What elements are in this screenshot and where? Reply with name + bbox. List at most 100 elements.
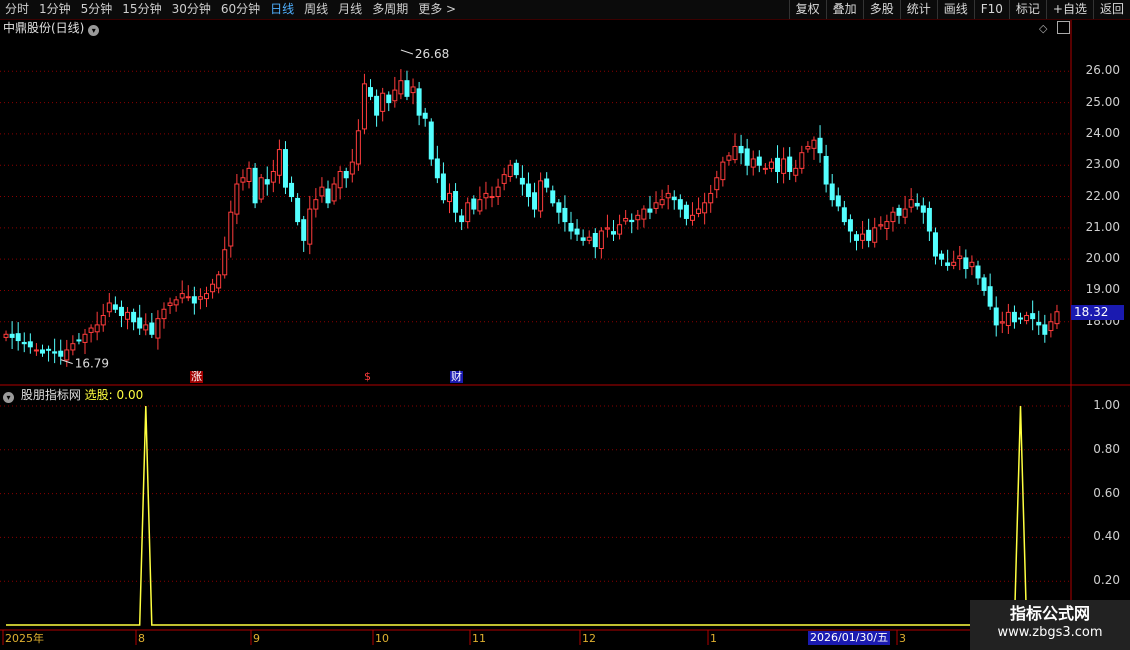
- candle-body: [149, 322, 155, 335]
- candle-body: [258, 177, 264, 200]
- event-marker[interactable]: 涨: [190, 371, 203, 383]
- candle-body: [860, 233, 866, 241]
- candle-body: [768, 161, 774, 169]
- candle-body: [908, 199, 914, 208]
- candle-body: [975, 265, 981, 279]
- candle-body: [319, 186, 325, 197]
- candle-body: [27, 341, 33, 348]
- candle-body: [197, 296, 203, 300]
- candle-body: [131, 311, 137, 323]
- candle-body: [689, 214, 695, 221]
- candle-body: [544, 178, 550, 188]
- candle-body: [9, 333, 15, 338]
- candle-body: [714, 177, 720, 191]
- candle-body: [52, 351, 58, 354]
- candle-body: [216, 274, 222, 289]
- chevron-down-icon[interactable]: ▾: [3, 392, 14, 403]
- candle-body: [696, 208, 702, 214]
- candle-body: [762, 167, 768, 170]
- candle-body: [349, 161, 355, 175]
- event-marker[interactable]: $: [363, 371, 372, 383]
- candle-body: [641, 208, 647, 220]
- candle-body: [568, 222, 574, 232]
- candle-body: [422, 112, 428, 119]
- candle-body: [890, 211, 896, 223]
- candle-body: [21, 341, 27, 345]
- price-tick-label: 20.00: [1085, 251, 1120, 266]
- candle-body: [647, 208, 653, 213]
- low-label: 16.79: [75, 357, 109, 371]
- candle-body: [677, 199, 683, 210]
- candle-body: [999, 321, 1005, 324]
- candle-body: [532, 192, 538, 210]
- candle-body: [210, 283, 216, 293]
- candle-body: [896, 207, 902, 216]
- candle-body: [270, 170, 276, 183]
- price-tick-label: 25.00: [1085, 94, 1120, 109]
- candle-body: [70, 343, 76, 351]
- candle-body: [15, 333, 21, 342]
- candle-body: [951, 261, 957, 266]
- candle-body: [580, 237, 586, 241]
- candle-body: [1054, 311, 1060, 325]
- candle-body: [835, 195, 841, 207]
- cursor-date-badge: 2026/01/30/五: [808, 631, 891, 645]
- watermark-title: 指标公式网: [1009, 604, 1090, 623]
- time-tick-label: 10: [375, 632, 389, 645]
- indicator-tick-label: 0.40: [1093, 529, 1120, 544]
- candle-body: [386, 94, 392, 104]
- candle-body: [331, 183, 337, 202]
- candle-body: [963, 257, 969, 270]
- candle-body: [750, 158, 756, 168]
- candle-body: [88, 327, 94, 333]
- candle-body: [191, 296, 197, 304]
- price-tick-label: 24.00: [1085, 125, 1120, 140]
- candle-body: [428, 121, 434, 160]
- candle-body: [64, 349, 70, 361]
- watermark: 指标公式网 www.zbgs3.com: [970, 600, 1130, 650]
- candle-body: [726, 155, 732, 161]
- candle-body: [46, 348, 52, 351]
- candle-body: [981, 277, 987, 291]
- candle-body: [987, 286, 993, 307]
- candle-body: [1030, 313, 1036, 320]
- candle-body: [866, 229, 872, 241]
- candle-body: [799, 152, 805, 169]
- event-marker[interactable]: 财: [450, 371, 463, 383]
- candle-body: [629, 219, 635, 223]
- candle-body: [173, 299, 179, 306]
- candle-body: [993, 307, 999, 326]
- candle-body: [185, 296, 191, 299]
- candle-body: [592, 232, 598, 248]
- candle-body: [368, 87, 374, 97]
- candle-body: [811, 139, 817, 149]
- candle-body: [471, 198, 477, 210]
- candle-body: [410, 86, 416, 94]
- candle-body: [453, 191, 459, 213]
- candle-body: [720, 161, 726, 181]
- time-tick-label: 3: [899, 632, 906, 645]
- candle-body: [945, 262, 951, 266]
- indicator-name: 股朋指标网: [20, 388, 81, 402]
- candle-body: [1005, 311, 1011, 327]
- candle-body: [884, 221, 890, 229]
- candle-body: [301, 219, 307, 241]
- candle-body: [805, 145, 811, 150]
- candle-body: [489, 196, 495, 199]
- candle-body: [325, 188, 331, 204]
- candle-body: [495, 186, 501, 198]
- candle-body: [477, 199, 483, 212]
- candle-body: [683, 204, 689, 219]
- candle-body: [926, 207, 932, 232]
- candle-body: [738, 145, 744, 154]
- candle-body: [440, 173, 446, 201]
- candle-body: [125, 311, 131, 320]
- candle-body: [823, 155, 829, 185]
- candle-body: [702, 202, 708, 214]
- time-tick-label: 9: [253, 632, 260, 645]
- candle-body: [1024, 315, 1030, 322]
- candle-body: [969, 261, 975, 268]
- candle-body: [513, 162, 519, 176]
- candle-body: [671, 196, 677, 201]
- candle-body: [179, 293, 185, 299]
